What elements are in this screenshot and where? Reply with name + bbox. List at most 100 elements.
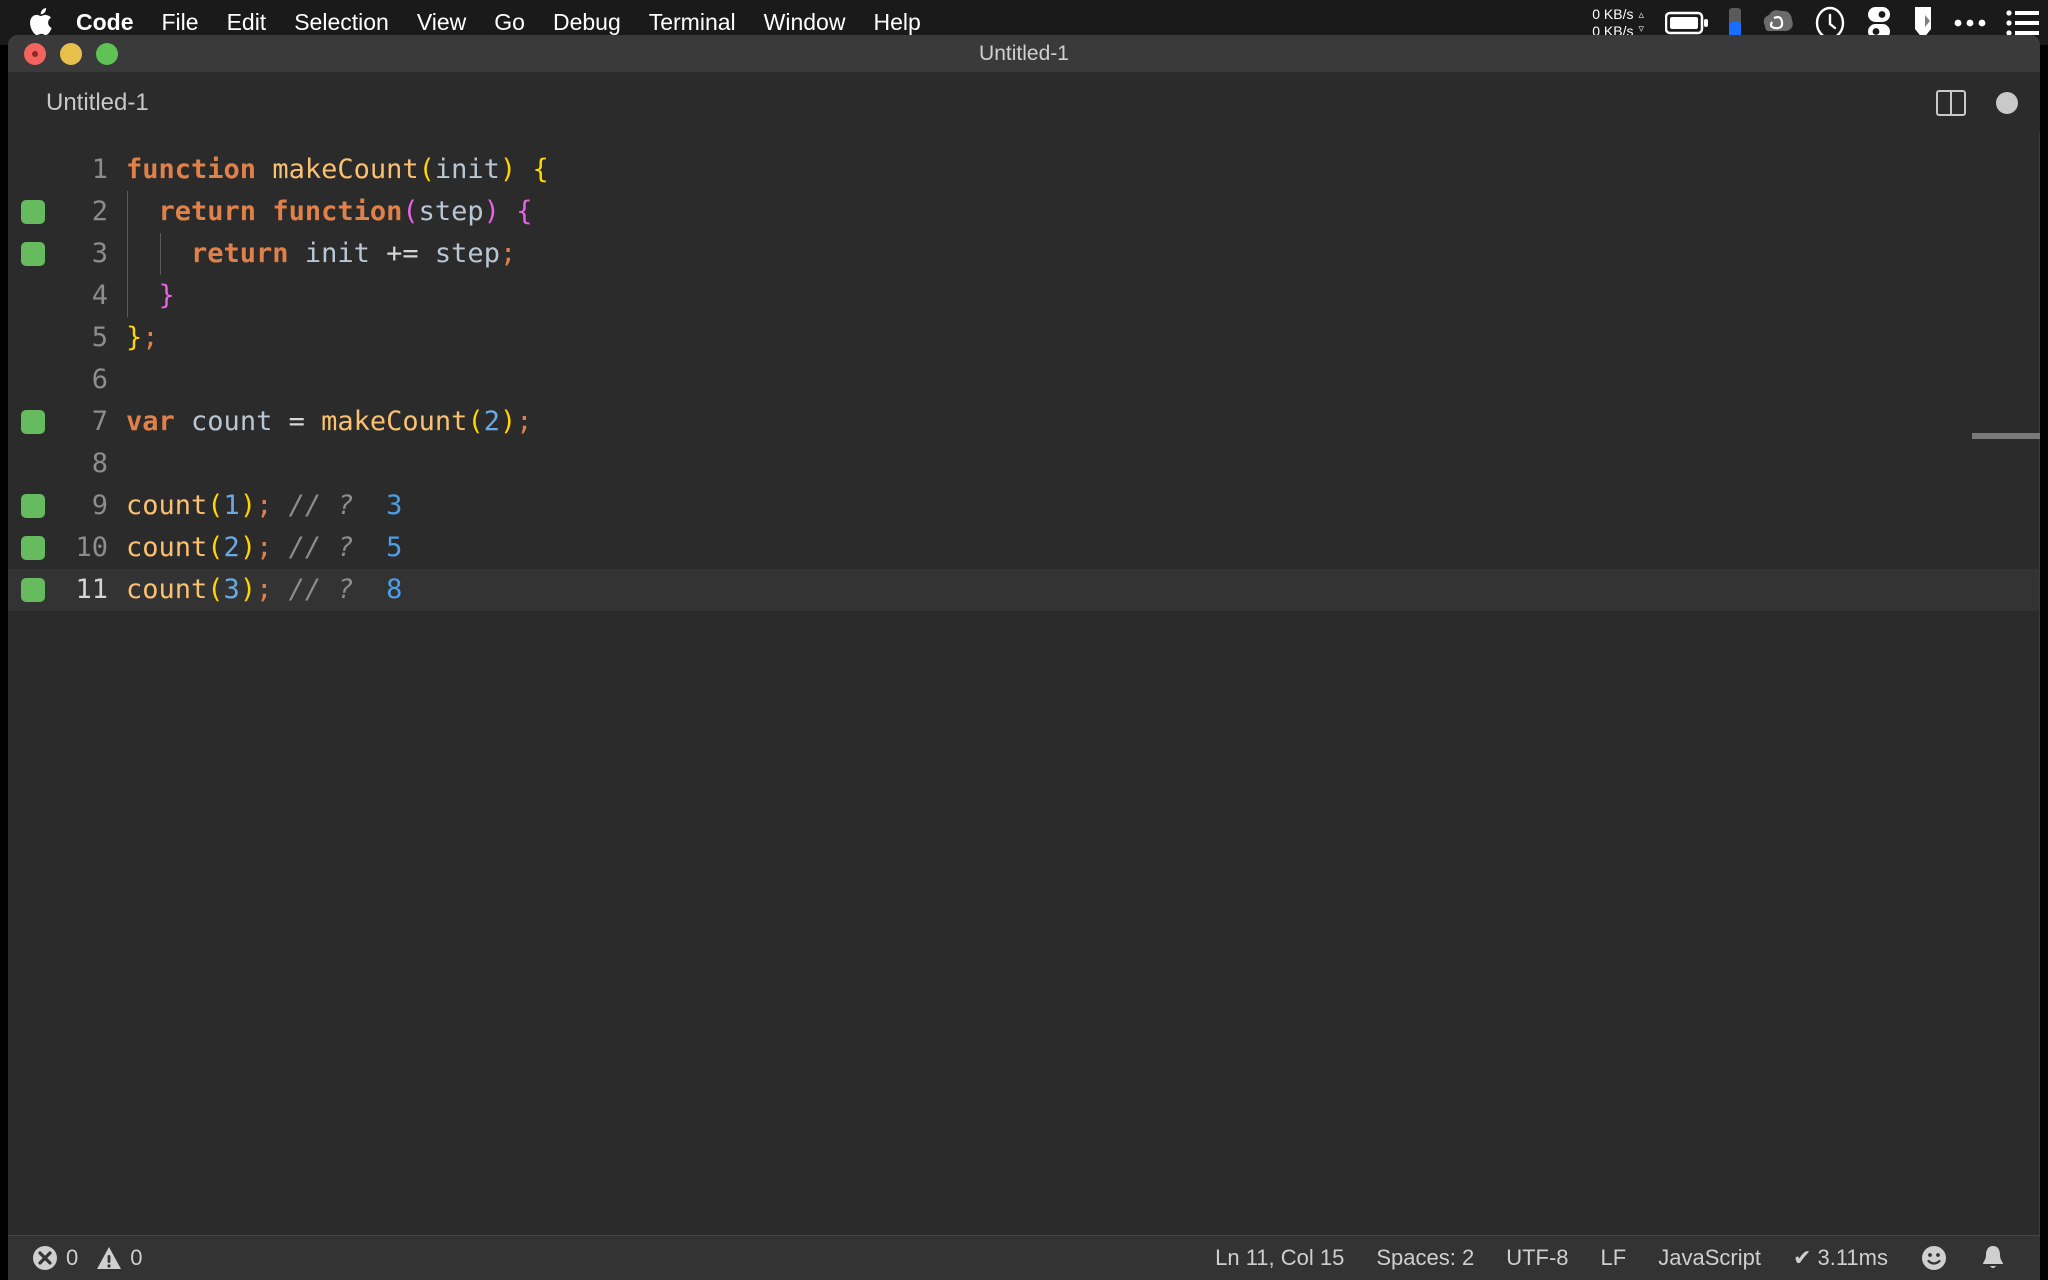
code-token: { bbox=[532, 154, 548, 185]
bell-icon[interactable] bbox=[1964, 1236, 2022, 1280]
vscode-window: Untitled-1 Untitled-1 1function makeCoun… bbox=[8, 35, 2040, 1280]
code-token: ( bbox=[207, 574, 223, 605]
line-number: 6 bbox=[8, 359, 126, 401]
code-token bbox=[272, 490, 288, 521]
code-line[interactable]: 2 return function(step) { bbox=[8, 191, 2040, 233]
code-token: ) bbox=[500, 154, 516, 185]
code-token bbox=[272, 532, 288, 563]
code-token bbox=[419, 238, 435, 269]
warning-triangle-icon bbox=[96, 1245, 122, 1271]
indent-guide bbox=[160, 233, 161, 275]
code-line-content: var count = makeCount(2); bbox=[126, 401, 2040, 443]
code-lines-container: 1function makeCount(init) {2 return func… bbox=[8, 133, 2040, 611]
code-line[interactable]: 4 } bbox=[8, 275, 2040, 317]
status-bar: 0 0 Ln 11, Col 15 Spaces: 2 UTF-8 LF Jav… bbox=[8, 1235, 2040, 1280]
code-token: ; bbox=[256, 490, 272, 521]
close-button[interactable] bbox=[24, 43, 46, 65]
smiley-icon[interactable] bbox=[1904, 1236, 1964, 1280]
code-line[interactable]: 11count(3); // ? 8 bbox=[8, 569, 2040, 611]
code-line[interactable]: 10count(2); // ? 5 bbox=[8, 527, 2040, 569]
quokka-line-marker[interactable] bbox=[21, 242, 45, 266]
code-token: } bbox=[159, 280, 175, 311]
code-token: var bbox=[126, 406, 175, 437]
network-speed-indicator[interactable]: 0 KB/s 0 KB/s ▵ ▿ bbox=[1592, 6, 1644, 38]
code-token: 2 bbox=[224, 532, 240, 563]
code-token bbox=[126, 196, 159, 227]
quokka-runtime[interactable]: ✔ 3.11ms bbox=[1777, 1236, 1904, 1280]
code-line-content: count(1); // ? 3 bbox=[126, 485, 2040, 527]
code-token bbox=[354, 490, 387, 521]
code-line[interactable]: 7var count = makeCount(2); bbox=[8, 401, 2040, 443]
code-token: ) bbox=[500, 406, 516, 437]
code-line-content: count(2); // ? 5 bbox=[126, 527, 2040, 569]
code-token: function bbox=[126, 154, 256, 185]
status-bar-problems[interactable]: 0 0 bbox=[32, 1245, 153, 1271]
code-line-content: return function(step) { bbox=[126, 191, 2040, 233]
code-token: { bbox=[516, 196, 532, 227]
quokka-line-marker[interactable] bbox=[21, 578, 45, 602]
code-token: 3 bbox=[224, 574, 240, 605]
code-token: ) bbox=[240, 574, 256, 605]
maximize-button[interactable] bbox=[96, 43, 118, 65]
code-token bbox=[305, 406, 321, 437]
code-token: ) bbox=[484, 196, 500, 227]
code-token: makeCount bbox=[272, 154, 418, 185]
minimize-button[interactable] bbox=[60, 43, 82, 65]
indent-guide bbox=[127, 191, 128, 233]
cursor-position[interactable]: Ln 11, Col 15 bbox=[1199, 1236, 1360, 1280]
code-token bbox=[370, 238, 386, 269]
code-line-content: } bbox=[126, 275, 2040, 317]
line-ending-setting[interactable]: LF bbox=[1585, 1236, 1643, 1280]
code-token: 1 bbox=[224, 490, 240, 521]
code-line[interactable]: 1function makeCount(init) { bbox=[8, 149, 2040, 191]
code-token: ) bbox=[240, 532, 256, 563]
quokka-line-marker[interactable] bbox=[21, 200, 45, 224]
code-token: 8 bbox=[386, 574, 402, 605]
split-editor-icon[interactable] bbox=[1936, 90, 1966, 116]
code-token: += bbox=[386, 238, 419, 269]
code-line[interactable]: 5}; bbox=[8, 317, 2040, 359]
quokka-line-marker[interactable] bbox=[21, 494, 45, 518]
code-token: ( bbox=[419, 154, 435, 185]
code-token bbox=[272, 406, 288, 437]
upload-arrow-icon: ▵ bbox=[1638, 9, 1644, 23]
code-token: init bbox=[435, 154, 500, 185]
encoding-setting[interactable]: UTF-8 bbox=[1490, 1236, 1584, 1280]
code-token: ( bbox=[207, 490, 223, 521]
editor-scrollbar-thumb[interactable] bbox=[1972, 433, 2040, 439]
window-traffic-lights bbox=[24, 43, 118, 65]
tab-untitled-1[interactable]: Untitled-1 bbox=[8, 73, 171, 133]
code-token: ) bbox=[240, 490, 256, 521]
code-token: ; bbox=[256, 532, 272, 563]
quokka-line-marker[interactable] bbox=[21, 410, 45, 434]
indent-guide bbox=[127, 275, 128, 317]
code-line-content: return init += step; bbox=[126, 233, 2040, 275]
code-token: ( bbox=[402, 196, 418, 227]
code-token bbox=[256, 196, 272, 227]
code-editor[interactable]: 1function makeCount(init) {2 return func… bbox=[8, 133, 2040, 1235]
code-token: count bbox=[126, 532, 207, 563]
window-titlebar: Untitled-1 bbox=[8, 35, 2040, 73]
window-title: Untitled-1 bbox=[8, 42, 2040, 66]
code-token bbox=[256, 154, 272, 185]
quokka-line-marker[interactable] bbox=[21, 536, 45, 560]
code-token bbox=[500, 196, 516, 227]
code-token: ; bbox=[142, 322, 158, 353]
code-token: ( bbox=[467, 406, 483, 437]
indentation-setting[interactable]: Spaces: 2 bbox=[1360, 1236, 1490, 1280]
code-token: ; bbox=[500, 238, 516, 269]
tab-label: Untitled-1 bbox=[46, 89, 149, 117]
code-line[interactable]: 9count(1); // ? 3 bbox=[8, 485, 2040, 527]
language-mode[interactable]: JavaScript bbox=[1642, 1236, 1777, 1280]
editor-scroll-rail bbox=[2039, 133, 2040, 1235]
code-token: count bbox=[126, 490, 207, 521]
code-line[interactable]: 8 bbox=[8, 443, 2040, 485]
unsaved-changes-dot[interactable] bbox=[1996, 92, 2018, 114]
code-token: makeCount bbox=[321, 406, 467, 437]
code-token: return bbox=[159, 196, 257, 227]
code-line[interactable]: 6 bbox=[8, 359, 2040, 401]
code-token: // ? bbox=[289, 532, 354, 563]
code-token: = bbox=[289, 406, 305, 437]
code-line[interactable]: 3 return init += step; bbox=[8, 233, 2040, 275]
code-token: // ? bbox=[289, 490, 354, 521]
